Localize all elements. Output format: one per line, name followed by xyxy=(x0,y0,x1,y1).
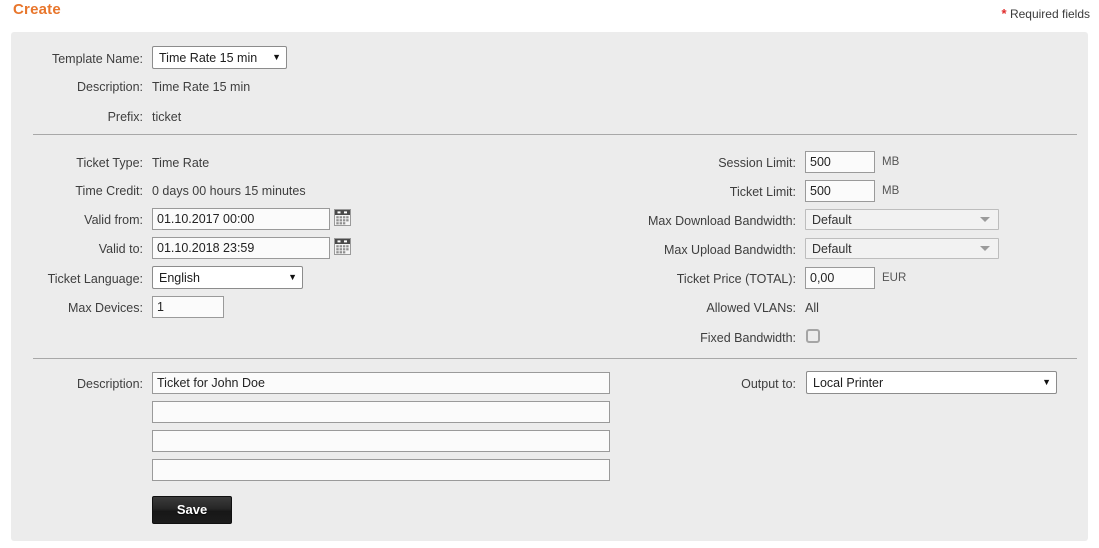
form-panel: Template Name: Time Rate 15 min ▼ Descri… xyxy=(11,32,1088,541)
template-description-value: Time Rate 15 min xyxy=(152,80,251,94)
ticket-type-label: Ticket Type: xyxy=(76,156,143,170)
template-description-label: Description: xyxy=(77,80,143,94)
max-download-bandwidth-label: Max Download Bandwidth: xyxy=(648,214,796,228)
max-upload-bandwidth-value: Default xyxy=(812,241,852,256)
description-label: Description: xyxy=(77,377,143,391)
output-to-label: Output to: xyxy=(741,377,796,391)
session-limit-input[interactable] xyxy=(805,151,875,173)
max-upload-bandwidth-select[interactable]: Default xyxy=(805,238,999,259)
allowed-vlans-label: Allowed VLANs: xyxy=(706,301,796,315)
ticket-language-selected-value: English xyxy=(159,270,200,285)
max-devices-input[interactable] xyxy=(152,296,224,318)
max-download-bandwidth-value: Default xyxy=(812,212,852,227)
template-name-selected-value: Time Rate 15 min xyxy=(159,50,258,65)
create-ticket-page: Create * Required fields Template Name: … xyxy=(0,0,1099,548)
time-credit-label: Time Credit: xyxy=(75,184,143,198)
fixed-bandwidth-checkbox[interactable] xyxy=(806,329,820,343)
description-input-4[interactable] xyxy=(152,459,610,481)
valid-to-label: Valid to: xyxy=(98,242,143,256)
valid-to-input[interactable] xyxy=(152,237,330,259)
description-input-2[interactable] xyxy=(152,401,610,423)
valid-from-input[interactable] xyxy=(152,208,330,230)
fixed-bandwidth-label: Fixed Bandwidth: xyxy=(700,331,796,345)
output-to-select[interactable]: Local Printer ▼ xyxy=(806,371,1057,394)
ticket-limit-input[interactable] xyxy=(805,180,875,202)
chevron-down-icon xyxy=(980,246,990,251)
chevron-down-icon: ▼ xyxy=(288,272,297,282)
calendar-icon[interactable] xyxy=(334,209,351,226)
session-limit-label: Session Limit: xyxy=(718,156,796,170)
calendar-icon[interactable] xyxy=(334,238,351,255)
save-button[interactable]: Save xyxy=(152,496,232,524)
ticket-limit-unit: MB xyxy=(882,185,900,197)
valid-from-label: Valid from: xyxy=(84,213,143,227)
ticket-price-input[interactable] xyxy=(805,267,875,289)
required-fields-label: Required fields xyxy=(1009,7,1090,21)
ticket-price-label: Ticket Price (TOTAL): xyxy=(676,272,796,286)
session-limit-unit: MB xyxy=(882,156,900,168)
ticket-language-select[interactable]: English ▼ xyxy=(152,266,303,289)
output-to-selected-value: Local Printer xyxy=(813,375,884,390)
time-credit-value: 0 days 00 hours 15 minutes xyxy=(152,184,306,198)
chevron-down-icon: ▼ xyxy=(272,52,281,62)
chevron-down-icon: ▼ xyxy=(1042,377,1051,387)
allowed-vlans-value: All xyxy=(805,301,819,315)
page-title: Create xyxy=(13,1,61,18)
description-input-3[interactable] xyxy=(152,430,610,452)
description-input-1[interactable] xyxy=(152,372,610,394)
prefix-label: Prefix: xyxy=(107,110,143,124)
ticket-type-value: Time Rate xyxy=(152,156,210,170)
template-name-label: Template Name: xyxy=(51,52,143,66)
required-fields-note: * Required fields xyxy=(1002,6,1090,21)
chevron-down-icon xyxy=(980,217,990,222)
max-upload-bandwidth-label: Max Upload Bandwidth: xyxy=(663,243,796,257)
prefix-value: ticket xyxy=(152,110,182,124)
section-divider-bottom xyxy=(33,358,1077,359)
template-name-select[interactable]: Time Rate 15 min ▼ xyxy=(152,46,287,69)
ticket-limit-label: Ticket Limit: xyxy=(729,185,796,199)
required-asterisk: * xyxy=(1001,6,1007,21)
ticket-language-label: Ticket Language: xyxy=(47,272,143,286)
section-divider-top xyxy=(33,134,1077,135)
max-download-bandwidth-select[interactable]: Default xyxy=(805,209,999,230)
max-devices-label: Max Devices: xyxy=(67,301,143,315)
ticket-price-unit: EUR xyxy=(882,272,907,284)
